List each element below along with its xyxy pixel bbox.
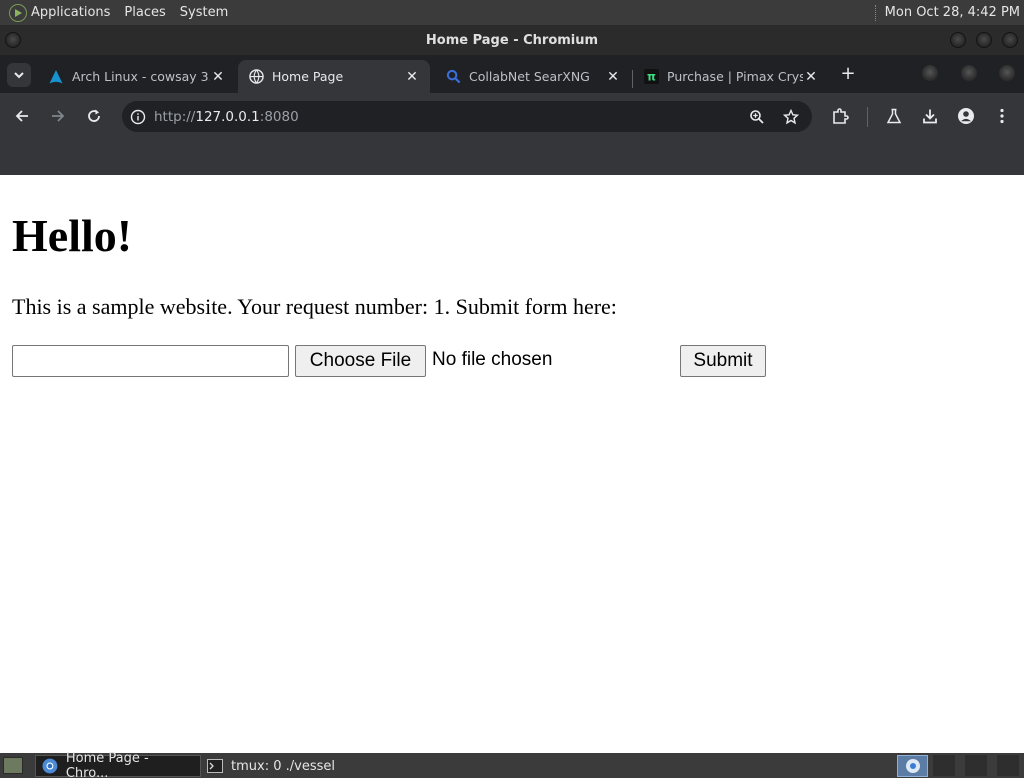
extensions-button[interactable] <box>829 105 851 127</box>
toolbar-separator <box>867 107 868 127</box>
workspace-switcher[interactable] <box>997 755 1019 776</box>
forward-arrow-icon <box>52 110 65 122</box>
tab-label: Arch Linux - cowsay 3. <box>72 69 210 84</box>
chromium-icon <box>42 758 58 774</box>
back-button[interactable] <box>11 105 33 127</box>
upload-form: Choose File No file chosen Submit <box>12 345 772 377</box>
globe-icon <box>248 69 264 85</box>
puzzle-icon <box>833 108 849 124</box>
avatar-icon <box>958 108 974 124</box>
download-icon <box>923 109 937 124</box>
text-input[interactable] <box>12 345 289 377</box>
tab-pimax[interactable]: π Purchase | Pimax Crys ✕ <box>633 60 829 93</box>
arch-linux-icon <box>48 69 64 85</box>
window-title: Home Page - Chromium <box>425 32 599 48</box>
tab-home-page[interactable]: Home Page ✕ <box>238 60 430 93</box>
top-panel: Applications Places System Mon Oct 28, 4… <box>0 0 1024 25</box>
panel-separator <box>874 4 877 21</box>
taskbar: Home Page - Chro... tmux: 0 ./vessel <box>0 751 1024 781</box>
new-tab-button[interactable]: + <box>838 63 858 85</box>
maximize-button[interactable] <box>976 32 992 48</box>
reload-button[interactable] <box>83 105 105 127</box>
menu-button[interactable] <box>991 105 1013 127</box>
page-content: Hello! This is a sample website. Your re… <box>0 175 1024 753</box>
tab-arch-linux[interactable]: Arch Linux - cowsay 3. ✕ <box>38 60 236 93</box>
kebab-menu-icon <box>1000 108 1004 124</box>
window-menu-button[interactable] <box>5 32 21 48</box>
url-port: :8080 <box>259 108 299 125</box>
minimize-button[interactable] <box>950 32 966 48</box>
tab-label: Home Page <box>272 69 344 84</box>
window-decoration-button[interactable] <box>961 65 977 81</box>
workspace-switcher[interactable] <box>965 755 987 776</box>
menu-applications[interactable]: Applications <box>31 0 117 25</box>
profile-button[interactable] <box>955 105 977 127</box>
close-tab-icon[interactable]: ✕ <box>605 69 621 85</box>
tab-strip: Arch Linux - cowsay 3. ✕ Home Page ✕ Col… <box>0 55 1024 93</box>
search-icon <box>445 69 461 85</box>
url-host: 127.0.0.1 <box>195 108 260 125</box>
close-tab-icon[interactable]: ✕ <box>404 69 420 85</box>
task-chromium[interactable]: Home Page - Chro... <box>35 751 201 781</box>
reload-icon <box>88 109 100 122</box>
intro-text: This is a sample website. Your request n… <box>12 294 617 319</box>
submit-button[interactable]: Submit <box>680 345 766 377</box>
close-tab-icon[interactable]: ✕ <box>803 69 819 85</box>
task-terminal[interactable]: tmux: 0 ./vessel <box>201 755 371 777</box>
forward-button[interactable] <box>47 105 69 127</box>
back-arrow-icon <box>15 110 28 122</box>
file-status-text: No file chosen <box>432 349 553 370</box>
show-desktop-button[interactable] <box>3 757 23 774</box>
close-window-button[interactable] <box>1002 32 1018 48</box>
downloads-button[interactable] <box>919 105 941 127</box>
applications-logo-icon[interactable] <box>9 3 27 22</box>
chevron-down-icon <box>14 71 24 78</box>
choose-file-button[interactable]: Choose File <box>295 345 426 377</box>
task-label: tmux: 0 ./vessel <box>231 758 335 774</box>
labs-button[interactable] <box>883 105 905 127</box>
menu-system[interactable]: System <box>173 0 235 25</box>
close-tab-icon[interactable]: ✕ <box>210 69 226 85</box>
workspace-switcher[interactable] <box>933 755 955 776</box>
task-label: Home Page - Chro... <box>65 751 149 781</box>
browser-toolbar: http://127.0.0.1:8080 <box>0 93 1024 140</box>
window-titlebar[interactable]: Home Page - Chromium <box>0 25 1024 55</box>
bookmark-star-icon[interactable] <box>783 108 799 125</box>
flask-icon <box>886 108 902 124</box>
workspace-chromium-icon[interactable] <box>897 755 928 777</box>
bookmarks-bar <box>0 140 1024 175</box>
pimax-icon: π <box>643 69 659 85</box>
tab-label: CollabNet SearXNG <box>469 69 590 84</box>
tab-label: Purchase | Pimax Crys <box>667 69 803 84</box>
address-bar[interactable]: http://127.0.0.1:8080 <box>122 101 812 132</box>
info-icon[interactable] <box>130 109 146 125</box>
svg-text:π: π <box>647 71 656 84</box>
terminal-icon <box>207 759 223 773</box>
window-decoration-button[interactable] <box>922 65 938 81</box>
zoom-icon[interactable] <box>749 109 765 125</box>
url-scheme: http:// <box>154 108 196 125</box>
page-heading: Hello! <box>12 210 133 261</box>
tab-searxng[interactable]: CollabNet SearXNG ✕ <box>435 60 631 93</box>
menu-places[interactable]: Places <box>117 0 172 25</box>
clock[interactable]: Mon Oct 28, 4:42 PM <box>885 5 1024 20</box>
tab-search-button[interactable] <box>7 63 31 87</box>
window-decoration-button[interactable] <box>999 65 1015 81</box>
